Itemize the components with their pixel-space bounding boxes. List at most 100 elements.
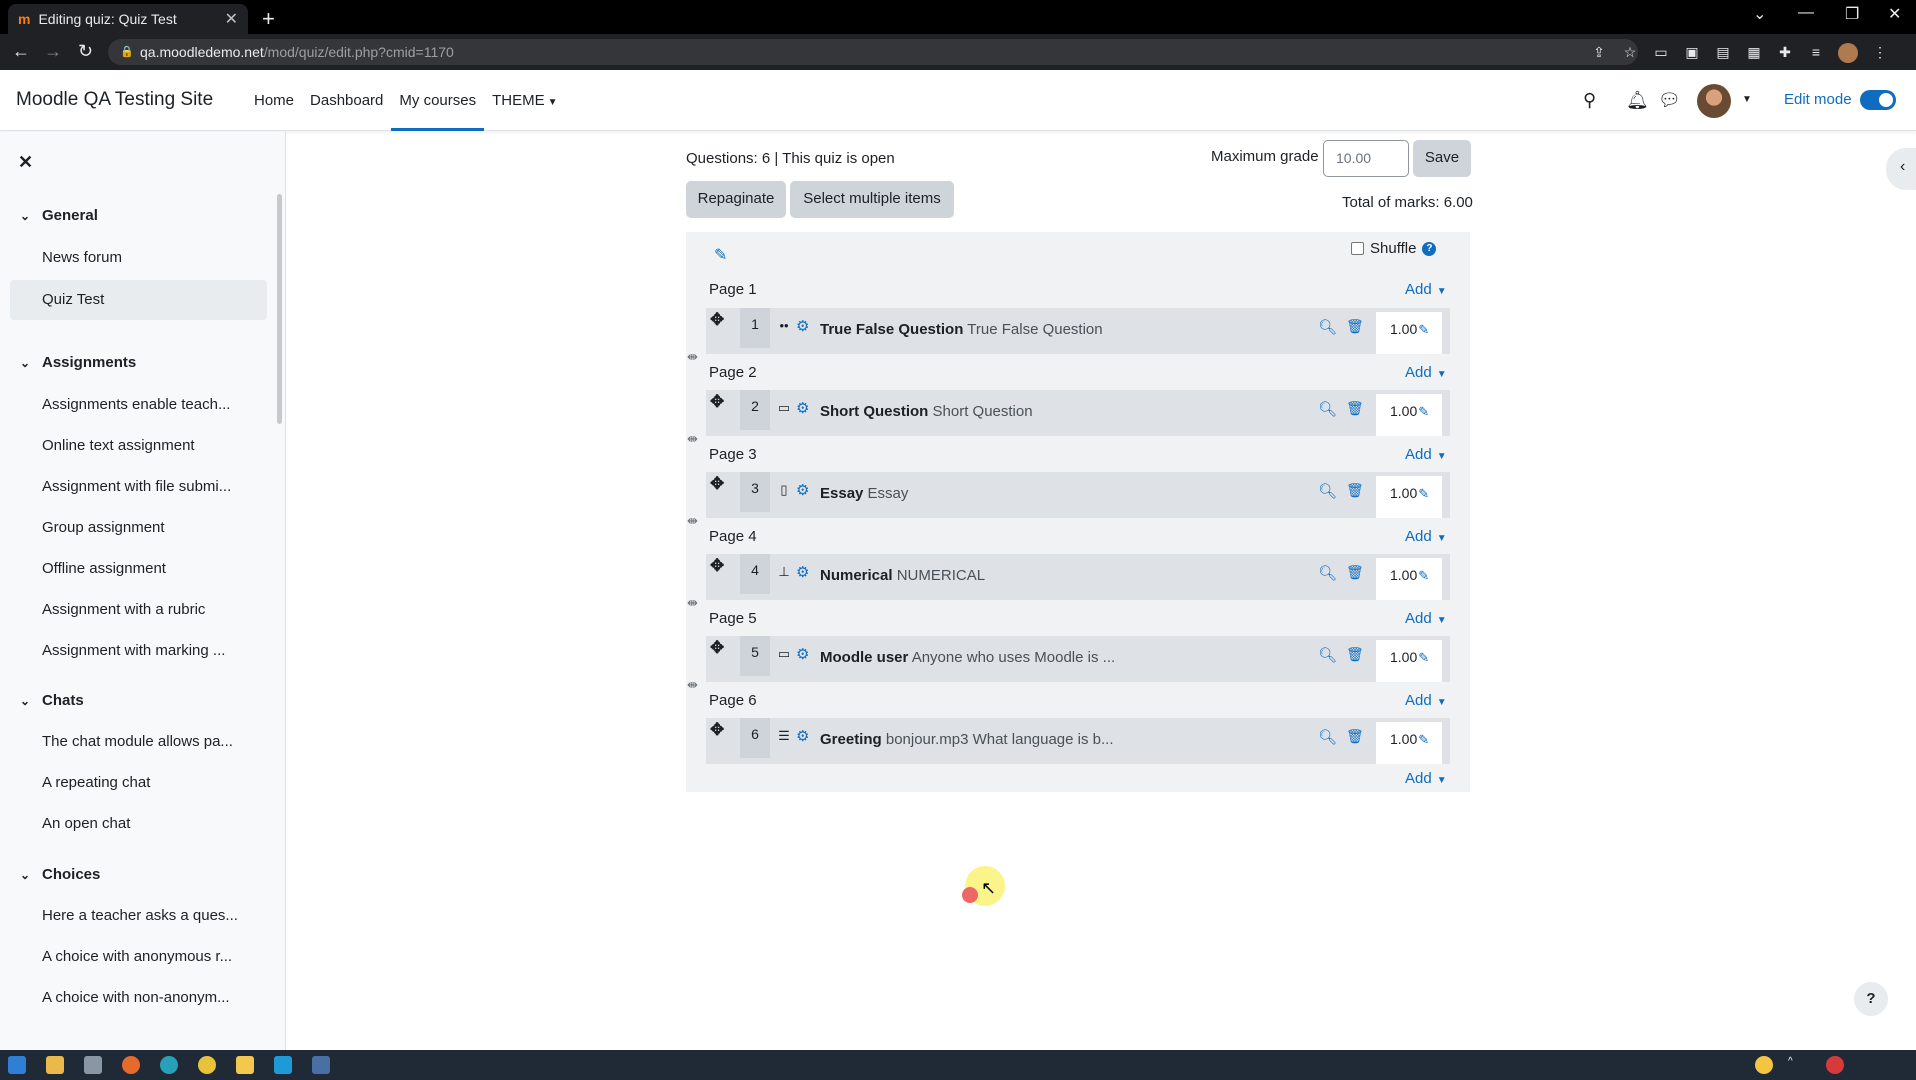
max-grade-input[interactable]: 10.00 [1323, 140, 1409, 177]
search-icon[interactable]: ⚲ [1583, 90, 1596, 111]
system-tray-caret-icon[interactable]: ^ [1788, 1056, 1793, 1067]
user-avatar[interactable] [1697, 84, 1731, 118]
remote-desktop-icon[interactable] [312, 1056, 330, 1074]
edit-mark-pencil-icon[interactable]: ✎ [1418, 404, 1429, 419]
question-name[interactable]: Essay Essay [820, 485, 908, 502]
edit-mark-pencil-icon[interactable]: ✎ [1418, 568, 1429, 583]
question-name[interactable]: True False Question True False Question [820, 321, 1103, 338]
reading-list-icon[interactable]: ≡ [1807, 43, 1825, 61]
question-name[interactable]: Greeting bonjour.mp3 What language is b.… [820, 731, 1114, 748]
weather-icon[interactable] [1755, 1056, 1773, 1074]
move-icon[interactable]: ✥ [710, 720, 724, 740]
extensions-puzzle-icon[interactable]: ✚ [1776, 43, 1794, 61]
notification-bell-icon[interactable]: 🔔︎ [1626, 90, 1649, 111]
drawer-item[interactable]: Here a teacher asks a ques... [42, 907, 238, 924]
drawer-item[interactable]: Assignment with marking ... [42, 642, 225, 659]
add-menu[interactable]: Add ▼ [1405, 446, 1447, 463]
windows-start-icon[interactable] [8, 1056, 26, 1074]
back-icon[interactable]: ← [12, 41, 30, 62]
drawer-item[interactable]: Assignments enable teach... [42, 396, 230, 413]
browser-menu-icon[interactable]: ⋮ [1871, 43, 1889, 61]
add-menu[interactable]: Add ▼ [1405, 692, 1447, 709]
drawer-item[interactable]: A choice with non-anonym... [42, 989, 230, 1006]
delete-trash-icon[interactable]: 🗑︎ [1346, 564, 1364, 581]
drawer-item-news-forum[interactable]: News forum [42, 249, 122, 266]
share-icon[interactable]: ⇪ [1590, 43, 1608, 61]
question-name[interactable]: Moodle user Anyone who uses Moodle is ..… [820, 649, 1115, 666]
preview-magnifier-icon[interactable]: 🔍︎ [1318, 646, 1337, 664]
nav-home[interactable]: Home [246, 70, 302, 131]
screenpresso-icon[interactable] [1826, 1056, 1844, 1074]
extension-calendar-icon[interactable]: ▦ [1745, 43, 1763, 61]
minimize-icon[interactable]: — [1798, 4, 1814, 22]
edit-section-heading-icon[interactable]: ✎ [714, 245, 727, 265]
question-mark[interactable]: 1.00✎ [1376, 312, 1442, 354]
select-multiple-button[interactable]: Select multiple items [790, 181, 954, 218]
nav-dashboard[interactable]: Dashboard [302, 70, 391, 131]
drawer-scrollbar[interactable] [277, 194, 282, 424]
add-menu[interactable]: Add ▼ [1405, 528, 1447, 545]
edit-mark-pencil-icon[interactable]: ✎ [1418, 486, 1429, 501]
extension-translate-icon[interactable]: ▤ [1714, 43, 1732, 61]
repaginate-join-icon[interactable]: ⇼ [687, 677, 698, 693]
move-icon[interactable]: ✥ [710, 392, 724, 412]
restore-icon[interactable]: ❐ [1845, 4, 1859, 24]
move-icon[interactable]: ✥ [710, 310, 724, 330]
question-mark[interactable]: 1.00✎ [1376, 394, 1442, 436]
shuffle-checkbox[interactable] [1351, 242, 1364, 255]
repaginate-button[interactable]: Repaginate [686, 181, 786, 218]
edge-icon[interactable] [160, 1056, 178, 1074]
messages-icon[interactable]: 💬︎ [1658, 90, 1681, 111]
edit-mark-pencil-icon[interactable]: ✎ [1418, 732, 1429, 747]
add-menu[interactable]: Add ▼ [1405, 610, 1447, 627]
sticky-notes-icon[interactable] [236, 1056, 254, 1074]
move-icon[interactable]: ✥ [710, 638, 724, 658]
firefox-icon[interactable] [122, 1056, 140, 1074]
chrome-icon[interactable] [198, 1056, 216, 1074]
address-bar[interactable]: 🔒 qa.moodledemo.net/mod/quiz/edit.php?cm… [108, 39, 1638, 65]
preview-magnifier-icon[interactable]: 🔍︎ [1318, 564, 1337, 582]
preview-magnifier-icon[interactable]: 🔍︎ [1318, 400, 1337, 418]
gear-icon[interactable]: ⚙ [796, 481, 809, 499]
preview-magnifier-icon[interactable]: 🔍︎ [1318, 318, 1337, 336]
drawer-item[interactable]: Offline assignment [42, 560, 166, 577]
search-app-icon[interactable] [84, 1056, 102, 1074]
nav-my-courses[interactable]: My courses [391, 70, 485, 131]
drawer-item[interactable]: The chat module allows pa... [42, 733, 233, 750]
reload-icon[interactable]: ↻ [78, 41, 93, 62]
drawer-item[interactable]: Assignment with a rubric [42, 601, 205, 618]
drawer-item[interactable]: A repeating chat [42, 774, 150, 791]
close-window-icon[interactable]: ✕ [1888, 4, 1901, 24]
help-icon[interactable]: ? [1422, 241, 1437, 256]
question-mark[interactable]: 1.00✎ [1376, 558, 1442, 600]
forward-icon[interactable]: → [44, 41, 62, 62]
file-explorer-icon[interactable] [46, 1056, 64, 1074]
question-mark[interactable]: 1.00✎ [1376, 722, 1442, 764]
delete-trash-icon[interactable]: 🗑︎ [1346, 728, 1364, 745]
gear-icon[interactable]: ⚙ [796, 317, 809, 335]
gear-icon[interactable]: ⚙ [796, 645, 809, 663]
close-tab-icon[interactable]: ✕ [225, 9, 238, 29]
question-name[interactable]: Numerical NUMERICAL [820, 567, 985, 584]
extension-abc-icon[interactable]: ▭ [1652, 43, 1670, 61]
bookmark-star-icon[interactable]: ☆ [1621, 43, 1639, 61]
tab-search-icon[interactable]: ⌄ [1753, 4, 1766, 24]
delete-trash-icon[interactable]: 🗑︎ [1346, 318, 1364, 335]
add-menu[interactable]: Add ▼ [1405, 770, 1447, 787]
profile-avatar[interactable] [1838, 43, 1858, 63]
preview-magnifier-icon[interactable]: 🔍︎ [1318, 482, 1337, 500]
gear-icon[interactable]: ⚙ [796, 727, 809, 745]
add-menu[interactable]: Add ▼ [1405, 281, 1447, 298]
question-mark[interactable]: 1.00✎ [1376, 640, 1442, 682]
repaginate-join-icon[interactable]: ⇼ [687, 431, 698, 447]
section-assignments[interactable]: ⌄ Assignments [20, 354, 136, 371]
section-general[interactable]: ⌄ General [20, 207, 98, 224]
question-name[interactable]: Short Question Short Question [820, 403, 1033, 420]
add-menu[interactable]: Add ▼ [1405, 364, 1447, 381]
move-icon[interactable]: ✥ [710, 556, 724, 576]
edit-mark-pencil-icon[interactable]: ✎ [1418, 650, 1429, 665]
user-menu-caret-icon[interactable]: ▼ [1742, 94, 1752, 105]
question-mark[interactable]: 1.00✎ [1376, 476, 1442, 518]
drawer-item[interactable]: Group assignment [42, 519, 165, 536]
delete-trash-icon[interactable]: 🗑︎ [1346, 400, 1364, 417]
